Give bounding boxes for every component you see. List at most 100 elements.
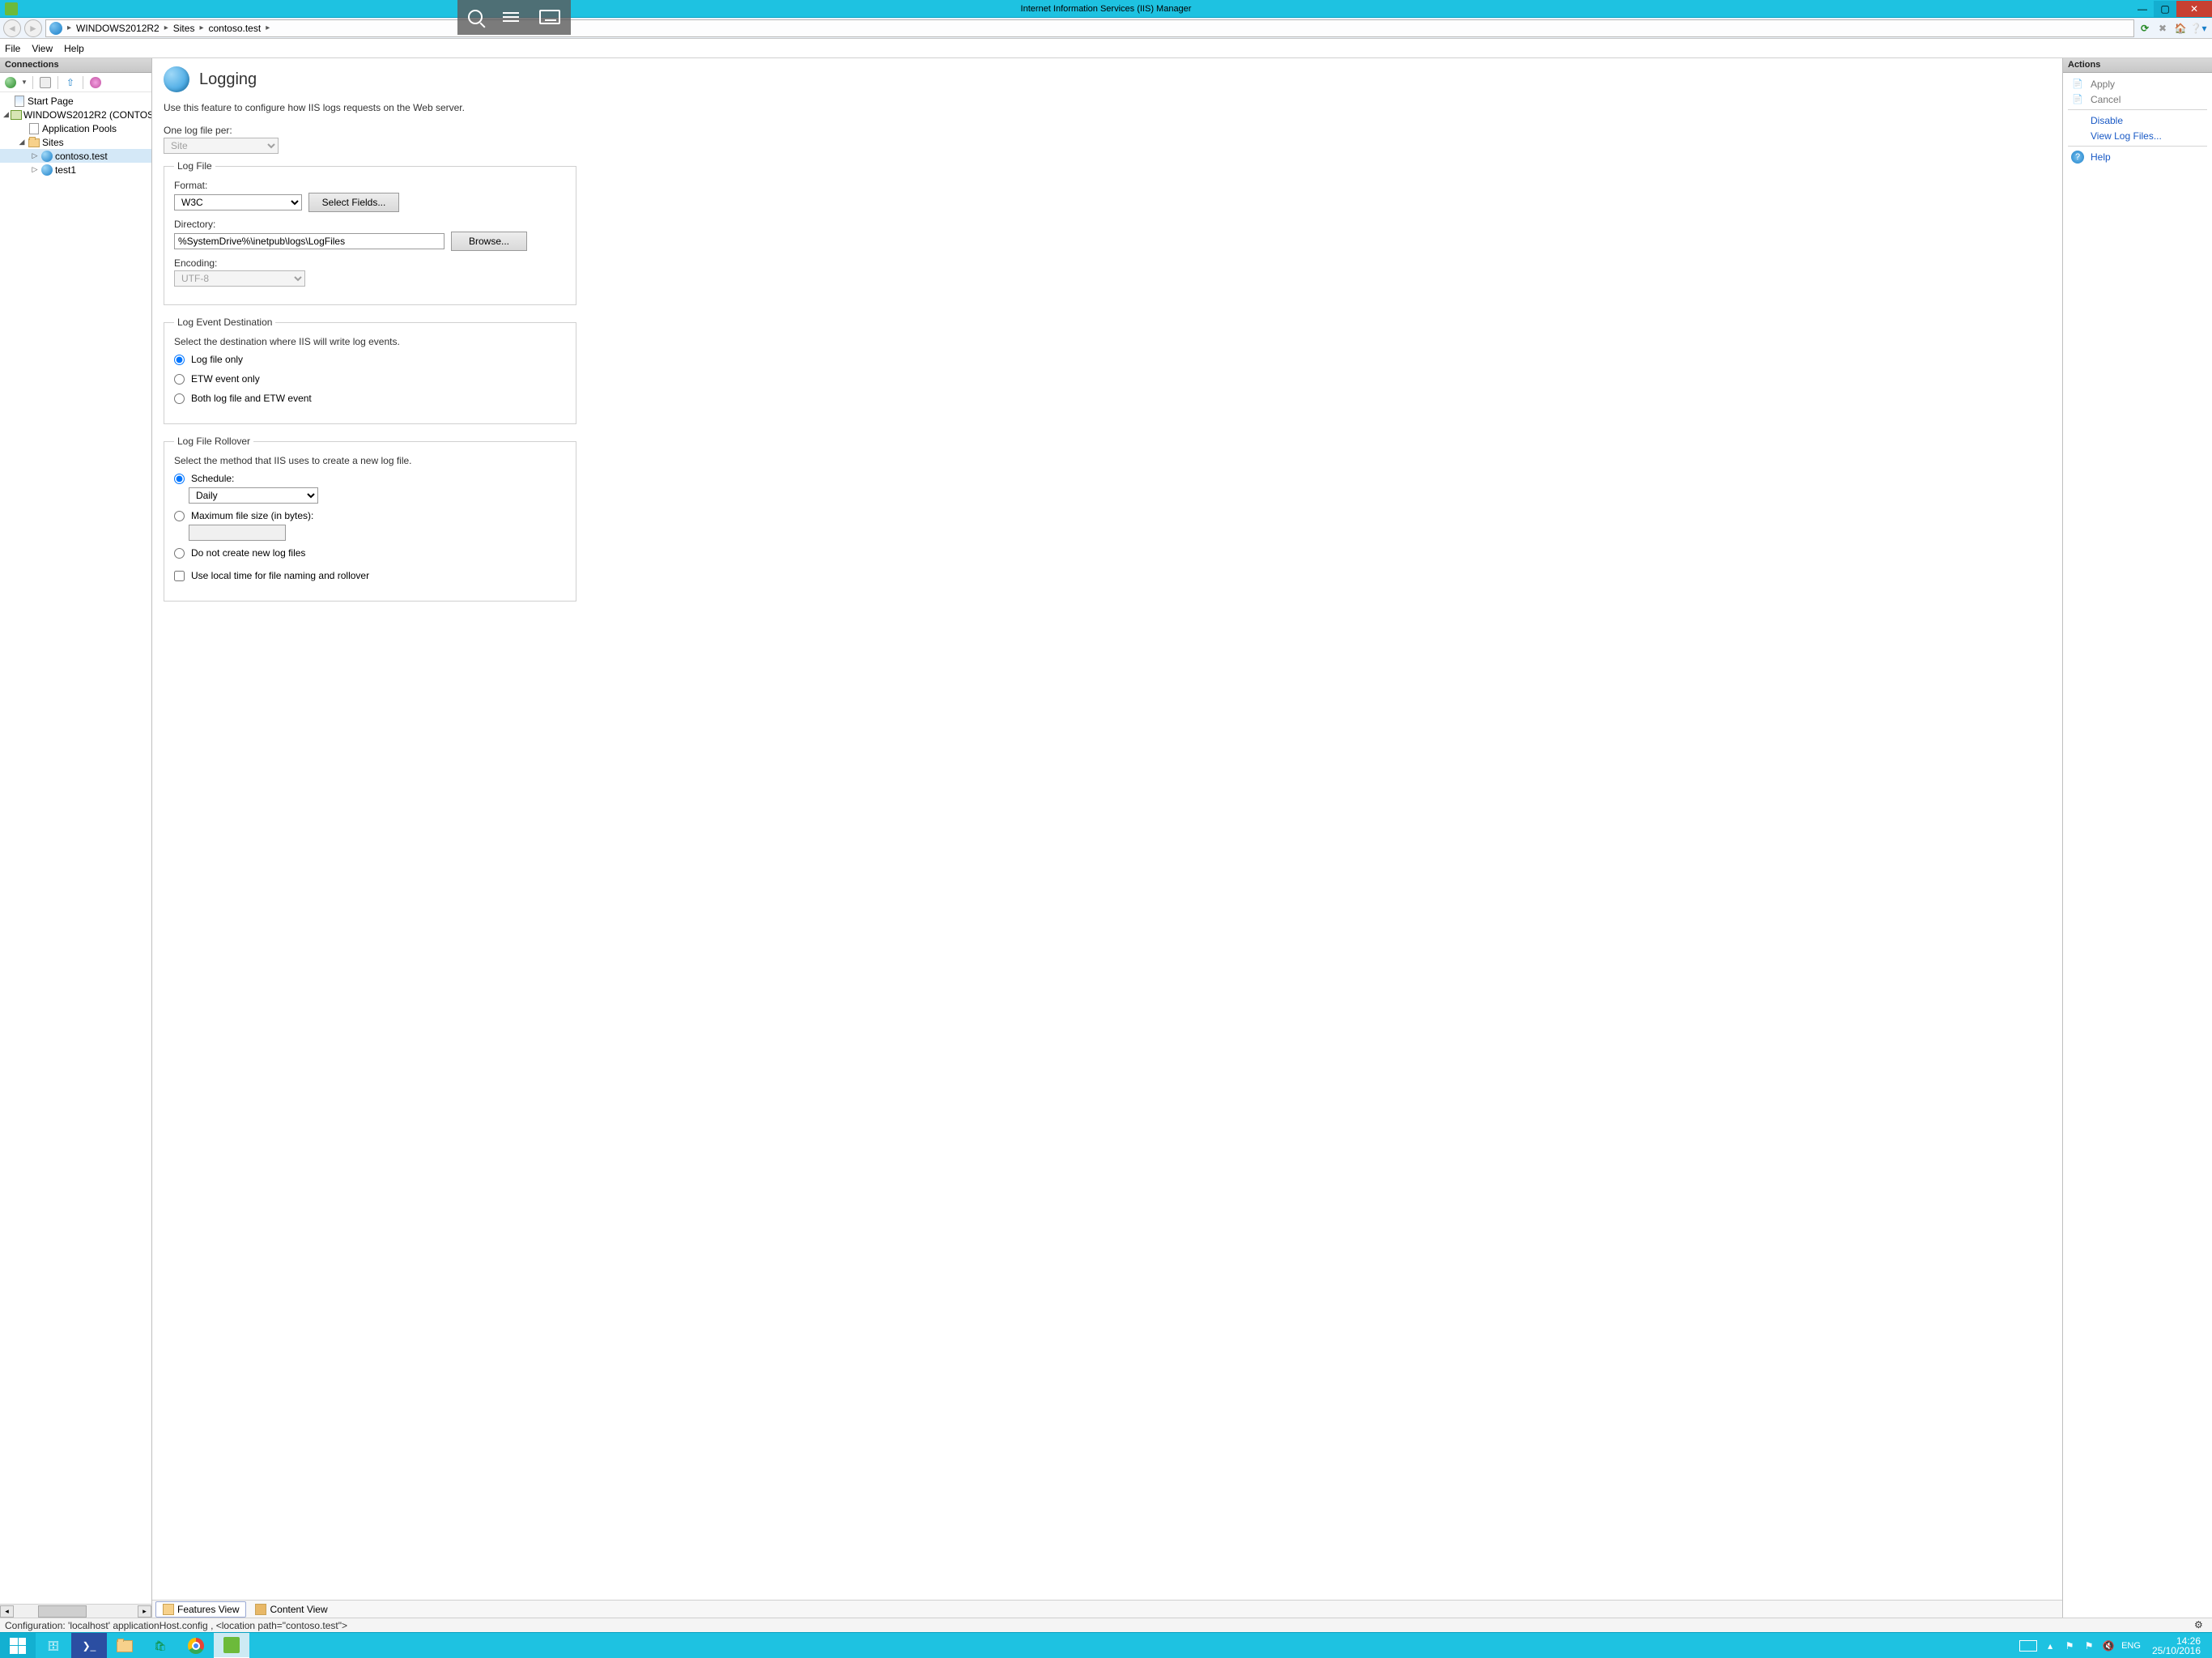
tab-content-view[interactable]: Content View	[248, 1601, 334, 1618]
rollover-opt-none[interactable]: Do not create new log files	[174, 547, 566, 559]
connections-tree[interactable]: Start Page ◢ WINDOWS2012R2 (CONTOSO\Admi…	[0, 92, 151, 1618]
scroll-thumb[interactable]	[38, 1605, 87, 1618]
stop-icon[interactable]: ✖	[2155, 21, 2170, 36]
rollover-opt-schedule[interactable]: Schedule:	[174, 473, 566, 484]
sound-icon[interactable]: 🔇	[2102, 1639, 2115, 1652]
tray-chevron-icon[interactable]: ▴	[2044, 1639, 2057, 1652]
view-tabs: Features View Content View	[152, 1600, 2062, 1618]
radio-log-file-only[interactable]	[174, 355, 185, 365]
checkbox-local-time[interactable]	[174, 571, 185, 581]
content-panel: Logging Use this feature to configure ho…	[152, 58, 2063, 1618]
select-fields-button[interactable]: Select Fields...	[308, 193, 399, 212]
tree-label: Application Pools	[42, 123, 117, 134]
tree-label: Sites	[42, 137, 64, 148]
keyboard-icon[interactable]	[539, 10, 560, 24]
task-chrome[interactable]	[178, 1633, 214, 1658]
directory-label: Directory:	[174, 219, 566, 230]
task-server-manager[interactable]: 🗄	[36, 1633, 71, 1658]
language-indicator[interactable]: ENG	[2121, 1641, 2141, 1651]
forward-button[interactable]: ►	[24, 19, 42, 37]
start-button[interactable]	[0, 1633, 36, 1658]
task-iis-manager[interactable]	[214, 1633, 249, 1658]
browse-button[interactable]: Browse...	[451, 232, 527, 251]
radio-both[interactable]	[174, 393, 185, 404]
one-log-label: One log file per:	[164, 125, 2051, 136]
actions-divider	[2068, 109, 2207, 110]
cancel-icon: 📄	[2071, 93, 2084, 106]
radio-no-new[interactable]	[174, 548, 185, 559]
action-label: Disable	[2091, 115, 2123, 126]
page-title: Logging	[199, 70, 257, 89]
apply-icon: 📄	[2071, 78, 2084, 91]
destination-legend: Log Event Destination	[174, 317, 275, 328]
dest-opt-etw[interactable]: ETW event only	[174, 373, 566, 385]
action-view-logs[interactable]: View Log Files...	[2063, 128, 2212, 143]
tree-site-contoso[interactable]: ▷ contoso.test	[0, 149, 151, 163]
action-label: Apply	[2091, 79, 2115, 90]
maximize-button[interactable]: ▢	[2154, 1, 2176, 17]
directory-input[interactable]	[174, 233, 445, 249]
save-icon[interactable]	[38, 75, 53, 90]
radio-etw-only[interactable]	[174, 374, 185, 385]
back-button[interactable]: ◄	[3, 19, 21, 37]
tree-horizontal-scrollbar[interactable]: ◂ ▸	[0, 1604, 151, 1618]
close-button[interactable]: ✕	[2176, 1, 2212, 17]
flag-icon[interactable]: ⚑	[2063, 1639, 2076, 1652]
dest-opt-logfile[interactable]: Log file only	[174, 354, 566, 365]
server-icon[interactable]	[88, 75, 103, 90]
keyboard-tray-icon[interactable]	[2019, 1640, 2037, 1652]
menu-file[interactable]: File	[5, 43, 20, 54]
clock-time: 14:26	[2152, 1636, 2201, 1646]
up-icon[interactable]: ⇧	[63, 75, 78, 90]
tree-start-page[interactable]: Start Page	[0, 94, 151, 108]
tree-server[interactable]: ◢ WINDOWS2012R2 (CONTOSO\Administrator)	[0, 108, 151, 121]
tab-features-view[interactable]: Features View	[155, 1601, 246, 1618]
zoom-icon[interactable]	[468, 10, 483, 24]
rollover-opt-maxsize[interactable]: Maximum file size (in bytes):	[174, 510, 566, 521]
breadcrumb-item[interactable]: Sites	[173, 23, 195, 34]
breadcrumb-item[interactable]: WINDOWS2012R2	[76, 23, 160, 34]
tree-app-pools[interactable]: Application Pools	[0, 121, 151, 135]
destination-desc: Select the destination where IIS will wr…	[174, 336, 566, 347]
help-dropdown-icon[interactable]: ❔▾	[2191, 21, 2206, 36]
refresh-icon[interactable]: ⟳	[2138, 21, 2152, 36]
task-powershell[interactable]: ❯_	[71, 1633, 107, 1658]
radio-schedule[interactable]	[174, 474, 185, 484]
content-body: Logging Use this feature to configure ho…	[152, 58, 2062, 1600]
scroll-left-button[interactable]: ◂	[0, 1605, 14, 1618]
dest-opt-both[interactable]: Both log file and ETW event	[174, 393, 566, 404]
rollover-group: Log File Rollover Select the method that…	[164, 436, 576, 602]
log-file-legend: Log File	[174, 160, 215, 172]
radio-max-size[interactable]	[174, 511, 185, 521]
tab-label: Content View	[270, 1604, 327, 1615]
schedule-select[interactable]: Daily	[189, 487, 318, 504]
encoding-label: Encoding:	[174, 257, 566, 269]
menubar: File View Help	[0, 39, 2212, 58]
task-store[interactable]: 🛍	[143, 1633, 178, 1658]
menu-help[interactable]: Help	[64, 43, 84, 54]
menu-icon[interactable]	[503, 12, 519, 22]
tree-sites[interactable]: ◢ Sites	[0, 135, 151, 149]
menu-view[interactable]: View	[32, 43, 53, 54]
action-help[interactable]: ? Help	[2063, 149, 2212, 164]
globe-icon	[40, 164, 53, 176]
connections-header: Connections	[0, 58, 151, 73]
minimize-button[interactable]: —	[2131, 1, 2154, 17]
action-disable[interactable]: Disable	[2063, 113, 2212, 128]
tree-site-test1[interactable]: ▷ test1	[0, 163, 151, 176]
action-label: View Log Files...	[2091, 130, 2162, 142]
breadcrumb-item[interactable]: contoso.test	[208, 23, 261, 34]
home-icon[interactable]: 🏠	[2173, 21, 2188, 36]
task-explorer[interactable]	[107, 1633, 143, 1658]
breadcrumb[interactable]: ▸ WINDOWS2012R2 ▸ Sites ▸ contoso.test ▸	[45, 19, 2134, 37]
server-icon	[11, 108, 22, 121]
format-select[interactable]: W3C	[174, 194, 302, 210]
action-cancel: 📄 Cancel	[2063, 91, 2212, 107]
network-icon[interactable]: ⚑	[2082, 1639, 2095, 1652]
local-time-row[interactable]: Use local time for file naming and rollo…	[174, 570, 566, 581]
log-file-group: Log File Format: W3C Select Fields... Di…	[164, 160, 576, 305]
connect-icon[interactable]	[3, 75, 18, 90]
clock[interactable]: 14:26 25/10/2016	[2147, 1636, 2206, 1656]
page-description: Use this feature to configure how IIS lo…	[164, 102, 2051, 113]
scroll-right-button[interactable]: ▸	[138, 1605, 151, 1618]
